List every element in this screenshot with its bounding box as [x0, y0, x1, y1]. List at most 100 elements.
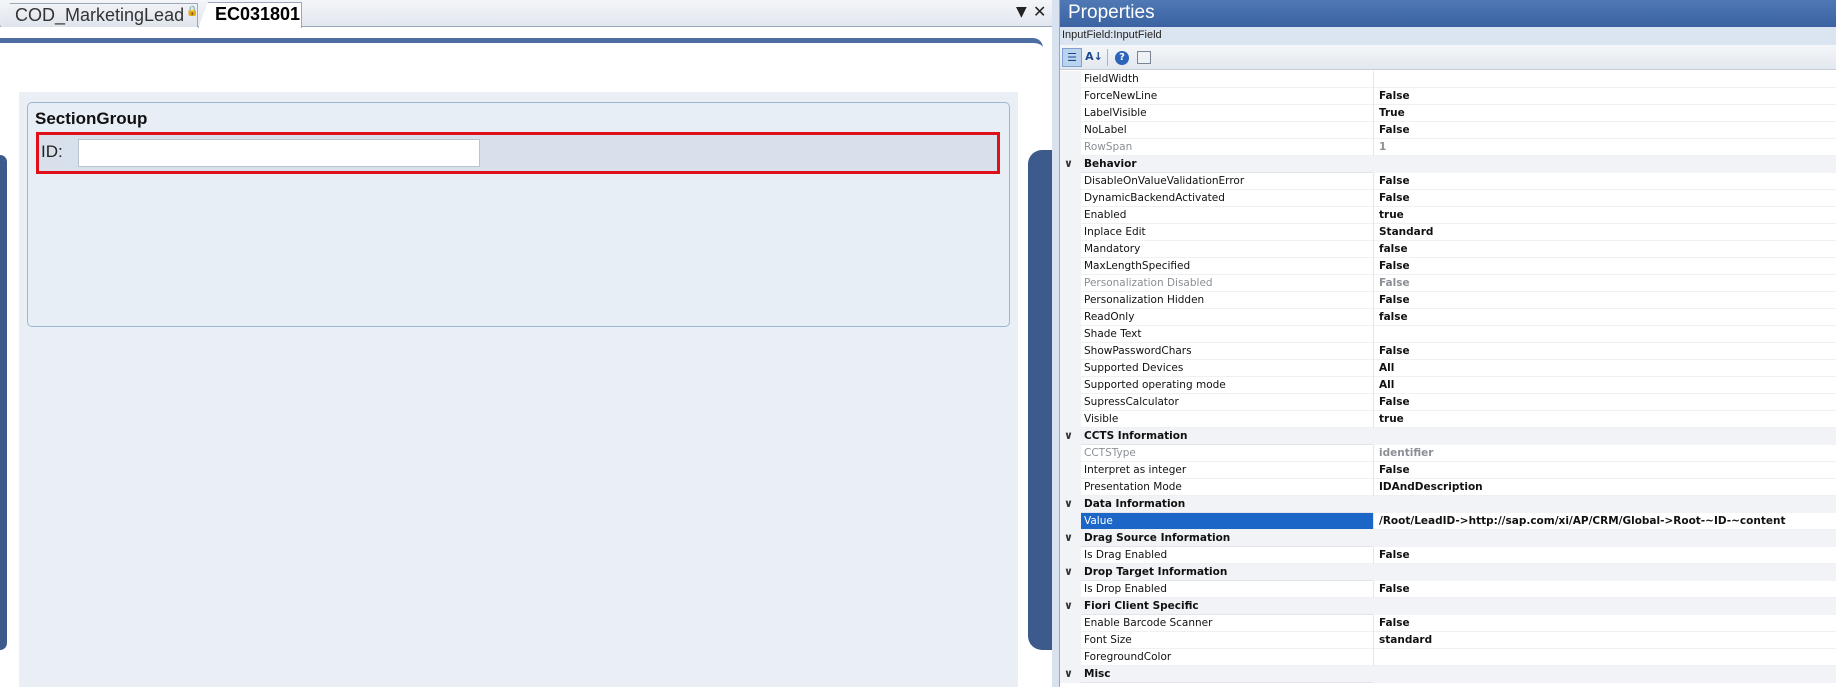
property-row[interactable]: ReadOnly false [1060, 309, 1836, 326]
collapse-chevron-icon[interactable]: ∨ [1064, 531, 1073, 544]
property-row[interactable]: Supported operating mode All [1060, 377, 1836, 394]
tab-cod-marketinglead[interactable]: COD_MarketingLead 🔒 [0, 3, 198, 27]
document-tabstrip: COD_MarketingLead 🔒 EC031801 ▼ ✕ [0, 0, 1052, 28]
alphabetical-sort-icon[interactable]: A↓ [1084, 48, 1104, 67]
row-margin [1060, 360, 1081, 377]
row-margin: ∨ [1060, 496, 1081, 513]
property-name: Personalization Hidden [1081, 292, 1373, 309]
property-row[interactable]: FieldWidth [1060, 71, 1836, 88]
property-value[interactable]: true [1373, 207, 1836, 224]
property-value[interactable]: IDAndDescription [1373, 479, 1836, 496]
property-value[interactable]: False [1373, 462, 1836, 479]
toolbar-separator [1107, 49, 1108, 66]
category-name: Behavior [1081, 156, 1373, 173]
property-value[interactable]: All [1373, 377, 1836, 394]
property-name: CCTSType [1081, 445, 1373, 462]
property-row[interactable]: Visible true [1060, 411, 1836, 428]
tab-list-dropdown-icon[interactable]: ▼ [1016, 4, 1027, 20]
property-value[interactable]: /Root/LeadID->http://sap.com/xi/AP/CRM/G… [1373, 513, 1836, 530]
property-row[interactable]: Interpret as integer False [1060, 462, 1836, 479]
property-value[interactable] [1373, 649, 1836, 666]
property-category[interactable]: ∨ Drag Source Information [1060, 530, 1836, 547]
property-value[interactable]: false [1373, 241, 1836, 258]
property-value[interactable]: True [1373, 105, 1836, 122]
property-row[interactable]: RowSpan 1 [1060, 139, 1836, 156]
collapse-chevron-icon[interactable]: ∨ [1064, 667, 1073, 680]
property-row[interactable]: ForceNewLine False [1060, 88, 1836, 105]
property-value[interactable]: identifier [1373, 445, 1836, 462]
row-margin [1060, 275, 1081, 292]
property-row[interactable]: DynamicBackendActivated False [1060, 190, 1836, 207]
close-icon[interactable]: ✕ [1033, 2, 1046, 21]
row-margin [1060, 292, 1081, 309]
property-name: ForceNewLine [1081, 88, 1373, 105]
help-icon[interactable]: ? [1112, 48, 1132, 67]
property-row[interactable]: Personalization Disabled False [1060, 275, 1836, 292]
categorized-view-icon[interactable]: ☰ [1062, 48, 1082, 67]
property-row[interactable]: Is Drop Enabled False [1060, 581, 1836, 598]
property-value[interactable]: False [1373, 173, 1836, 190]
property-value[interactable]: false [1373, 309, 1836, 326]
property-row[interactable]: Shade Text [1060, 326, 1836, 343]
section-group[interactable]: SectionGroup ID: [27, 102, 1010, 327]
row-margin [1060, 173, 1081, 190]
property-value[interactable]: False [1373, 292, 1836, 309]
property-value[interactable]: False [1373, 581, 1836, 598]
collapse-chevron-icon[interactable]: ∨ [1064, 429, 1073, 442]
property-value[interactable]: False [1373, 258, 1836, 275]
tab-ec031801[interactable]: EC031801 [198, 2, 302, 28]
property-row[interactable]: ForegroundColor [1060, 649, 1836, 666]
property-value[interactable]: False [1373, 122, 1836, 139]
property-row[interactable]: Is Drag Enabled False [1060, 547, 1836, 564]
property-row[interactable]: ShowPasswordChars False [1060, 343, 1836, 360]
property-value[interactable]: 1 [1373, 139, 1836, 156]
property-value[interactable]: False [1373, 88, 1836, 105]
row-margin [1060, 649, 1081, 666]
property-value[interactable]: Standard [1373, 224, 1836, 241]
collapse-chevron-icon[interactable]: ∨ [1064, 157, 1073, 170]
property-value[interactable]: standard [1373, 632, 1836, 649]
property-value[interactable]: False [1373, 343, 1836, 360]
property-value[interactable]: False [1373, 275, 1836, 292]
property-row[interactable]: CCTSType identifier [1060, 445, 1836, 462]
property-row[interactable]: MaxLengthSpecified False [1060, 258, 1836, 275]
property-row[interactable]: Enable Barcode Scanner False [1060, 615, 1836, 632]
property-row[interactable]: Personalization Hidden False [1060, 292, 1836, 309]
property-category[interactable]: ∨ Misc [1060, 666, 1836, 683]
property-category[interactable]: ∨ Fiori Client Specific [1060, 598, 1836, 615]
property-row[interactable]: LabelVisible True [1060, 105, 1836, 122]
property-row[interactable]: Presentation Mode IDAndDescription [1060, 479, 1836, 496]
property-row[interactable]: Inplace Edit Standard [1060, 224, 1836, 241]
property-value[interactable]: False [1373, 190, 1836, 207]
category-name: Misc [1081, 666, 1373, 683]
property-value[interactable]: All [1373, 360, 1836, 377]
collapse-chevron-icon[interactable]: ∨ [1064, 565, 1073, 578]
property-value[interactable]: False [1373, 547, 1836, 564]
property-value[interactable]: true [1373, 411, 1836, 428]
property-row[interactable]: Mandatory false [1060, 241, 1836, 258]
selected-input-field[interactable]: ID: [36, 132, 1000, 174]
property-category[interactable]: ∨ Data Information [1060, 496, 1836, 513]
property-row[interactable]: Enabled true [1060, 207, 1836, 224]
row-margin [1060, 122, 1081, 139]
id-input[interactable] [78, 139, 480, 167]
property-value[interactable] [1373, 326, 1836, 343]
property-value[interactable]: False [1373, 615, 1836, 632]
property-row[interactable]: NoLabel False [1060, 122, 1836, 139]
property-value[interactable]: False [1373, 394, 1836, 411]
property-row[interactable]: Supported Devices All [1060, 360, 1836, 377]
property-value[interactable] [1373, 71, 1836, 88]
property-pages-icon[interactable] [1134, 48, 1154, 67]
property-row[interactable]: SupressCalculator False [1060, 394, 1836, 411]
property-category[interactable]: ∨ CCTS Information [1060, 428, 1836, 445]
property-name: ShowPasswordChars [1081, 343, 1373, 360]
property-row[interactable]: Value/Root/LeadID->http://sap.com/xi/AP/… [1060, 513, 1836, 530]
property-category[interactable]: ∨ Behavior [1060, 156, 1836, 173]
property-row[interactable]: DisableOnValueValidationError False [1060, 173, 1836, 190]
property-row[interactable]: Font Size standard [1060, 632, 1836, 649]
property-name: Personalization Disabled [1081, 275, 1373, 292]
collapse-chevron-icon[interactable]: ∨ [1064, 497, 1073, 510]
row-margin [1060, 326, 1081, 343]
property-category[interactable]: ∨ Drop Target Information [1060, 564, 1836, 581]
collapse-chevron-icon[interactable]: ∨ [1064, 599, 1073, 612]
